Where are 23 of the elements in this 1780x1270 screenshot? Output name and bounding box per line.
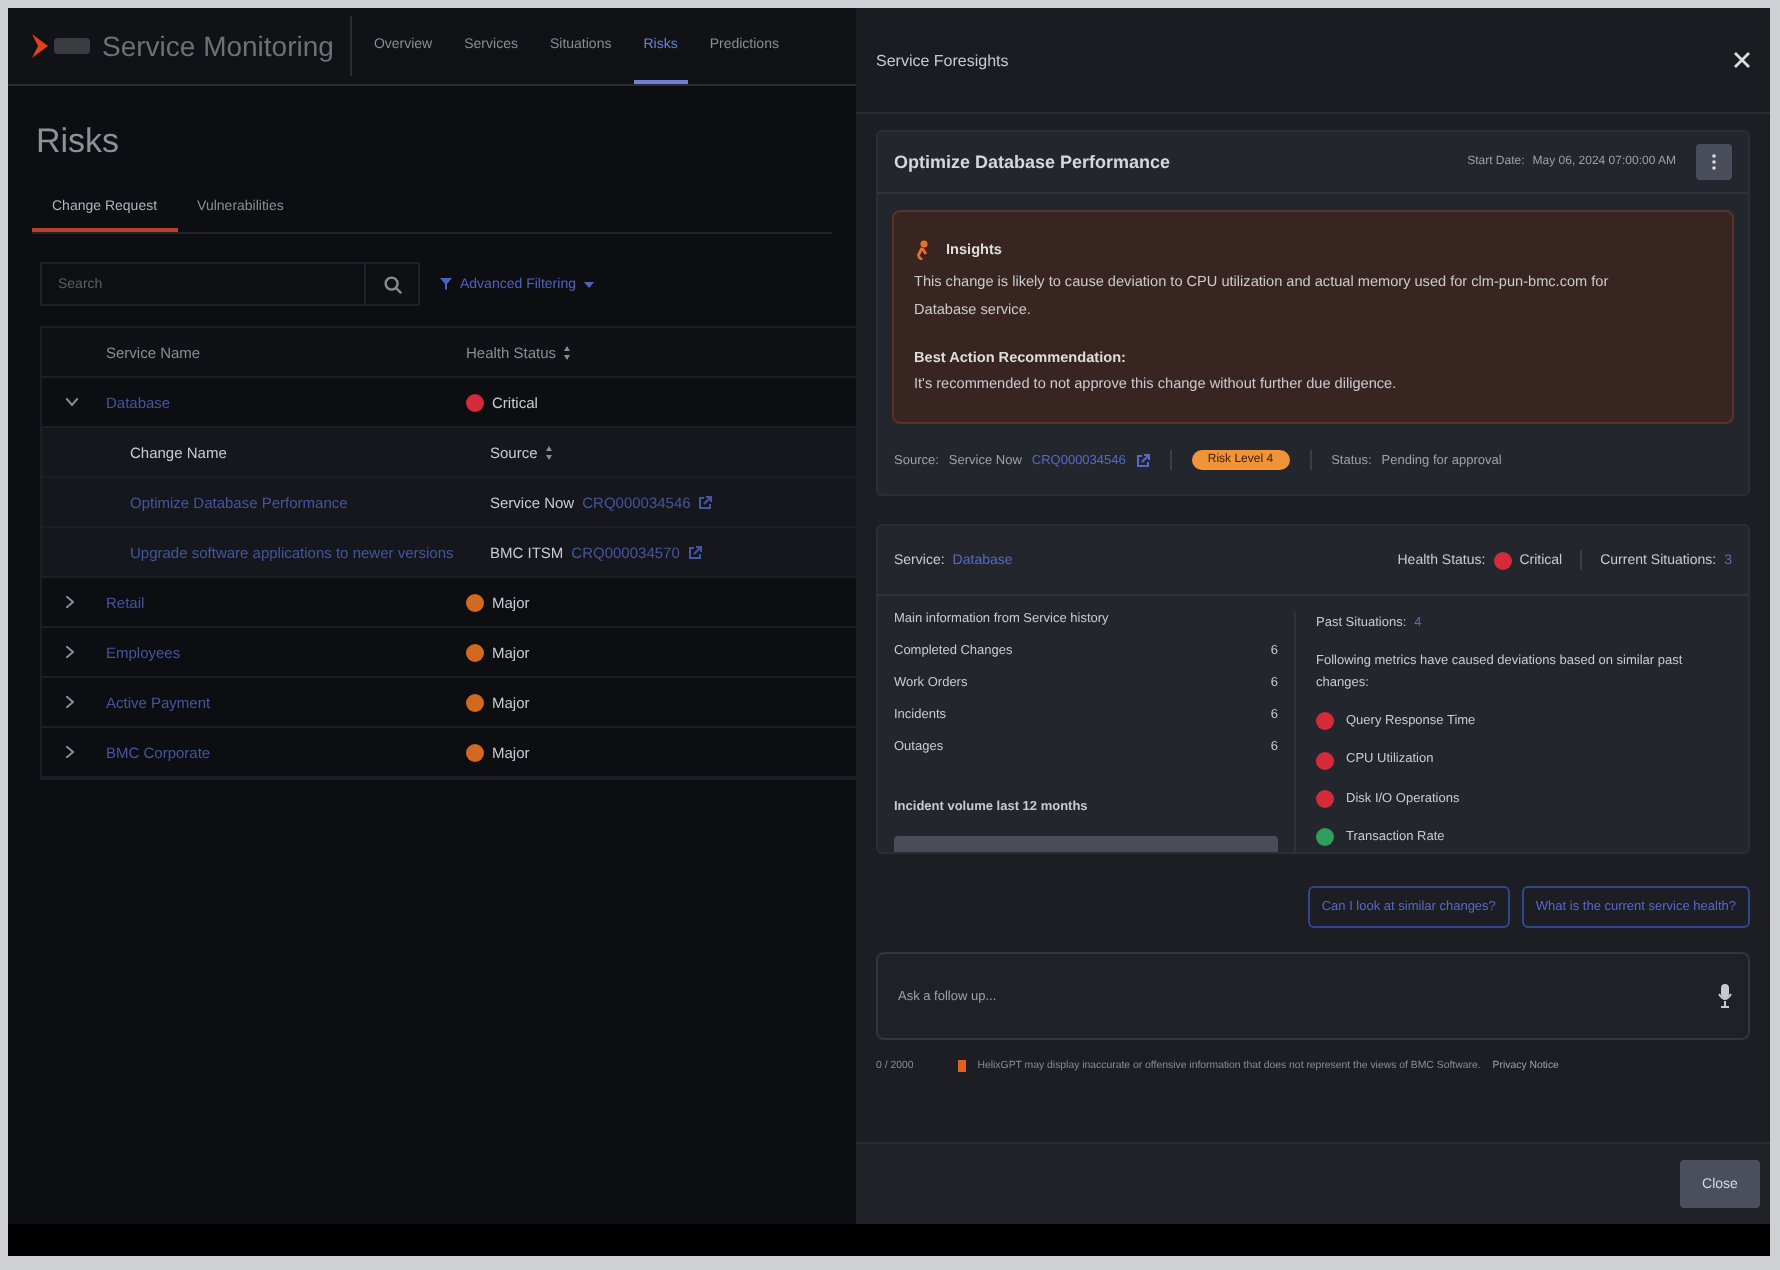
insight-person-icon bbox=[914, 239, 930, 260]
chevron-right-icon[interactable] bbox=[66, 596, 74, 608]
close-icon bbox=[1734, 52, 1750, 68]
chevron-right-icon[interactable] bbox=[66, 646, 74, 658]
search-icon[interactable] bbox=[383, 275, 401, 293]
product-name: Service Monitoring bbox=[102, 16, 352, 76]
microphone-icon[interactable] bbox=[1718, 984, 1732, 1009]
more-button[interactable] bbox=[1696, 144, 1732, 180]
external-link-icon[interactable] bbox=[1135, 453, 1150, 468]
external-link-icon[interactable] bbox=[687, 545, 702, 559]
page-title: Risks bbox=[36, 122, 122, 162]
sort-icon bbox=[545, 445, 552, 459]
filter-icon bbox=[440, 278, 452, 290]
change-title: Optimize Database Performance bbox=[894, 152, 1171, 172]
panel-title: Service Foresights bbox=[876, 51, 1009, 69]
close-button[interactable] bbox=[1730, 52, 1754, 68]
chevron-down-icon[interactable] bbox=[66, 398, 78, 406]
chevron-right-icon[interactable] bbox=[66, 696, 74, 708]
sort-icon bbox=[564, 345, 571, 359]
caret-icon bbox=[583, 281, 594, 287]
logo-chevron-icon bbox=[32, 34, 48, 58]
external-link-icon[interactable] bbox=[698, 495, 713, 509]
chevron-right-icon[interactable] bbox=[66, 746, 74, 758]
